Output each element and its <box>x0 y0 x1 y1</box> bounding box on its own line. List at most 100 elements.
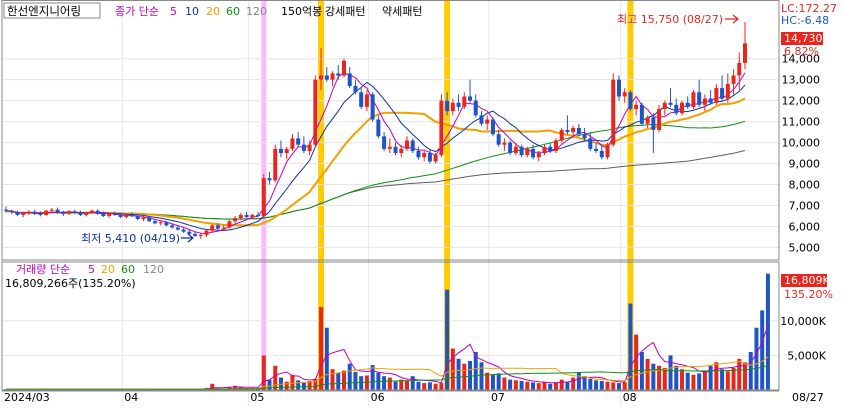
candle-body <box>84 212 89 215</box>
candle-body <box>657 109 662 130</box>
candle-body <box>508 142 513 154</box>
ma120-label: 120 <box>246 5 267 18</box>
candle-body <box>439 100 444 156</box>
candle-body <box>319 75 324 80</box>
candle-body <box>691 92 696 107</box>
volume-bar <box>571 377 576 390</box>
candle-layer <box>4 22 747 239</box>
candle-body <box>67 211 72 214</box>
candle-body <box>605 144 610 158</box>
candle-body <box>26 211 31 214</box>
volume-bar <box>405 380 410 390</box>
candle-body <box>135 216 140 220</box>
pattern-150-label: 150억봉 <box>281 5 322 18</box>
volume-bar <box>490 374 495 390</box>
candle-body <box>536 153 541 158</box>
candle-body <box>553 140 558 151</box>
volume-bar <box>748 351 753 390</box>
volume-bar <box>605 381 610 390</box>
candle-body <box>479 115 484 124</box>
volume-bar <box>679 369 684 390</box>
candle-body <box>21 213 26 215</box>
x-tick-label: 08 <box>623 391 637 404</box>
candle-body <box>462 96 467 107</box>
candle-body <box>674 104 679 114</box>
volume-bar <box>662 367 667 390</box>
candle-body <box>147 217 152 222</box>
volume-bar <box>691 374 696 390</box>
candle-body <box>542 146 547 154</box>
hc-readout: HC:-6.48 <box>781 14 829 27</box>
right-readouts: LC:172.27 HC:-6.48 14,730 6.82% 16,809K … <box>781 2 837 301</box>
volume-bar <box>531 382 536 390</box>
price-tick-label: 5,000 <box>789 241 821 254</box>
axis-layer: 5,000 6,000 7,000 8,000 9,000 10,000 11,000 12,… <box>4 53 827 404</box>
volume-bar <box>261 355 266 390</box>
candle-body <box>290 138 295 149</box>
ma10-label: 10 <box>185 5 199 18</box>
volume-bar <box>525 381 530 390</box>
x-tick-label: 06 <box>371 391 385 404</box>
candle-body <box>141 217 146 220</box>
candle-body <box>702 98 707 105</box>
volume-bar <box>387 377 392 390</box>
high-arrow-icon <box>725 14 739 24</box>
price-tick-label: 7,000 <box>789 199 821 212</box>
candle-body <box>720 88 725 99</box>
volume-bar <box>588 378 593 390</box>
volume-bar <box>708 365 713 390</box>
candle-body <box>347 73 352 86</box>
chart-canvas: 5,000 6,000 7,000 8,000 9,000 10,000 11,000 12,… <box>1 0 837 406</box>
volume-bar <box>359 376 364 390</box>
candle-body <box>410 140 415 151</box>
volume-bar <box>611 382 616 390</box>
price-tick-label: 12,000 <box>782 95 821 108</box>
candle-body <box>405 140 410 149</box>
vol-ma5-label: 5 <box>88 263 95 276</box>
volume-legend: 거래량 단순 5 20 60 120 16,809,266주(135.20%) <box>5 263 164 290</box>
pattern-bear-label: 약세패턴 <box>382 4 422 18</box>
candle-body <box>244 214 249 218</box>
candle-body <box>679 102 684 114</box>
volume-bar <box>754 327 759 390</box>
volume-bar <box>674 365 679 390</box>
candle-body <box>4 209 8 211</box>
candle-body <box>662 102 667 110</box>
volume-bar <box>616 383 621 390</box>
volume-bar <box>439 383 444 390</box>
candle-body <box>215 225 220 229</box>
volume-bar <box>702 370 707 390</box>
candle-body <box>273 148 278 181</box>
ma-indicator-label: 종가 단순 <box>115 5 159 18</box>
candle-body <box>433 155 438 162</box>
candle-body <box>531 148 536 158</box>
candle-body <box>170 225 175 228</box>
candle-body <box>261 178 266 216</box>
candle-body <box>227 221 232 228</box>
candle-body <box>714 88 719 103</box>
candle-body <box>639 104 644 124</box>
volume-bar <box>284 381 289 390</box>
volume-bar <box>422 383 427 390</box>
price-badge: 14,730 <box>784 32 823 45</box>
volume-bar <box>668 355 673 390</box>
candle-body <box>124 214 129 218</box>
candle-body <box>393 146 398 154</box>
x-tick-label: 05 <box>250 391 264 404</box>
volume-bar <box>273 365 278 390</box>
candle-body <box>399 148 404 154</box>
volume-bar <box>714 362 719 390</box>
candle-body <box>193 233 198 236</box>
price-tick-label: 10,000 <box>782 137 821 150</box>
volume-bar <box>433 383 438 390</box>
candle-body <box>233 218 238 222</box>
candle-body <box>628 92 633 110</box>
candle-body <box>634 104 639 110</box>
candle-body <box>256 214 261 216</box>
volume-bar <box>697 373 702 390</box>
candle-body <box>582 134 587 139</box>
price-tick-label: 13,000 <box>782 74 821 87</box>
candle-body <box>576 127 581 135</box>
candle-body <box>101 213 106 216</box>
volume-bar <box>513 380 518 390</box>
